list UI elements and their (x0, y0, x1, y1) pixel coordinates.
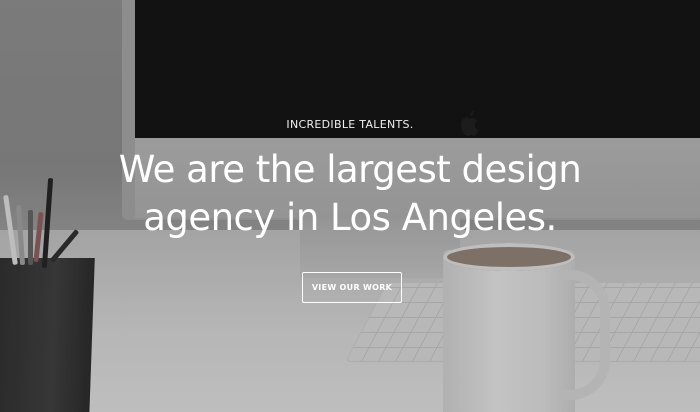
hero-headline-line1: We are the largest design (118, 148, 582, 191)
hero-content: INCREDIBLE TALENTS. We are the largest d… (0, 0, 700, 412)
hero-section: INCREDIBLE TALENTS. We are the largest d… (0, 0, 700, 412)
hero-headline-line2: agency in Los Angeles. (143, 196, 557, 239)
view-our-work-button[interactable]: VIEW OUR WORK (302, 272, 402, 303)
hero-headline: We are the largest design agency in Los … (0, 146, 700, 242)
hero-eyebrow: INCREDIBLE TALENTS. (286, 118, 414, 131)
